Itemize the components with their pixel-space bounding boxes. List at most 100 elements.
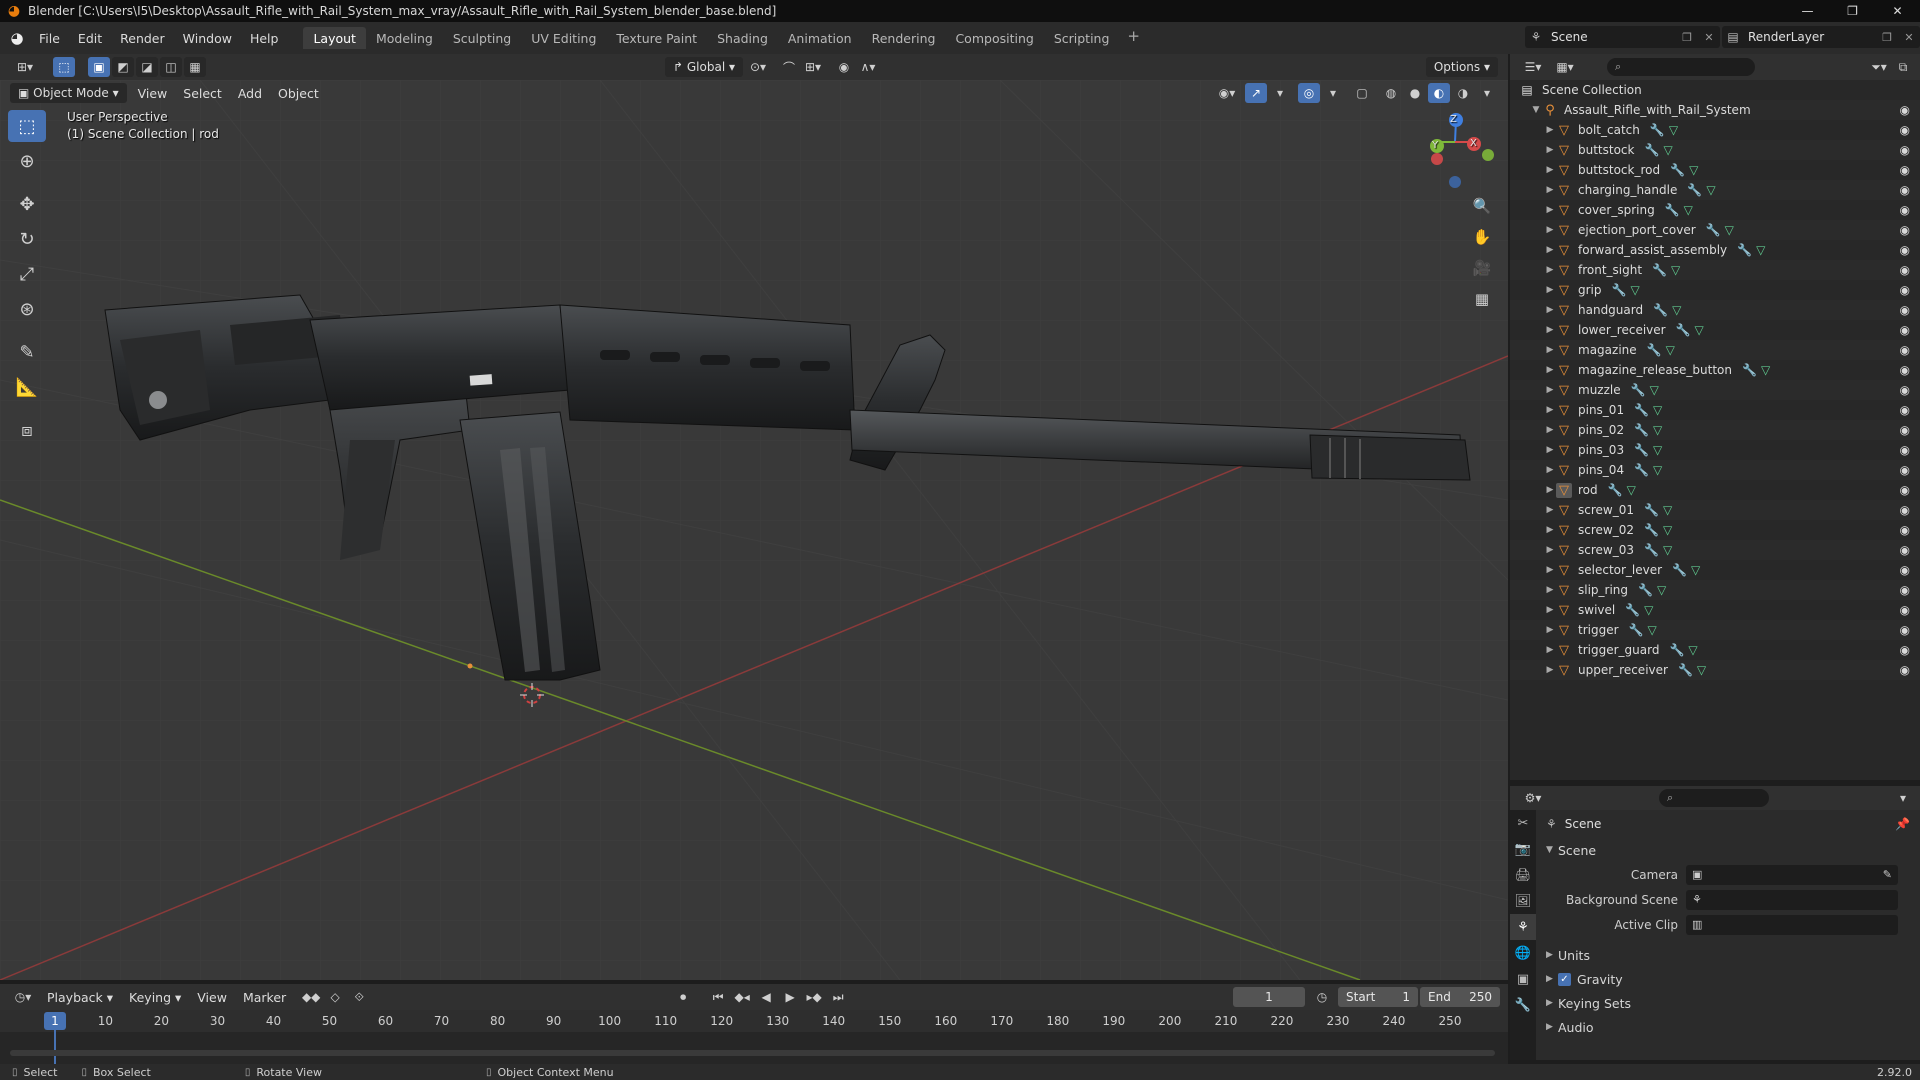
overlay-toggle-icon[interactable]: ◎	[1298, 83, 1320, 103]
modifier-wrench-icon[interactable]: 🔧	[1647, 343, 1662, 357]
outliner-object-row[interactable]: ▶ ▽ handguard 🔧 ▽ ◉	[1510, 300, 1920, 320]
view-layer-selector[interactable]: ▤ RenderLayer ❐ ✕	[1722, 26, 1920, 48]
wireframe-shading-icon[interactable]: ◍	[1380, 83, 1402, 103]
visibility-icon[interactable]: ◉▾	[1216, 83, 1238, 103]
modifier-wrench-icon[interactable]: 🔧	[1644, 503, 1659, 517]
gravity-panel-header[interactable]: ▶ ✓ Gravity	[1536, 967, 1920, 991]
menu-help[interactable]: Help	[241, 31, 288, 46]
zoom-icon[interactable]: 🔍	[1468, 192, 1496, 220]
modifier-wrench-icon[interactable]: 🔧	[1644, 543, 1659, 557]
visibility-eye-icon[interactable]: ◉	[1900, 523, 1910, 537]
annotate-tool-icon[interactable]: ✎	[8, 336, 46, 368]
select-subtract-icon[interactable]: ◪	[136, 57, 158, 77]
tab-modeling[interactable]: Modeling	[366, 27, 443, 49]
keying-sets-panel-header[interactable]: ▶ Keying Sets	[1536, 991, 1920, 1015]
mesh-data-icon[interactable]: ▽	[1697, 663, 1706, 677]
mesh-data-icon[interactable]: ▽	[1653, 463, 1662, 477]
visibility-eye-icon[interactable]: ◉	[1900, 163, 1910, 177]
rotate-tool-icon[interactable]: ↻	[8, 223, 46, 255]
select-extend-icon[interactable]: ◩	[112, 57, 134, 77]
visibility-eye-icon[interactable]: ◉	[1900, 423, 1910, 437]
mesh-data-icon[interactable]: ▽	[1671, 263, 1680, 277]
expand-arrow-icon[interactable]: ▶	[1544, 145, 1556, 155]
outliner-object-row[interactable]: ▶ ▽ buttstock 🔧 ▽ ◉	[1510, 140, 1920, 160]
jump-next-keyframe-icon[interactable]: ▸◆	[803, 987, 825, 1007]
scale-tool-icon[interactable]: ⤢	[8, 258, 46, 290]
modifier-wrench-icon[interactable]: 🔧	[1612, 283, 1627, 297]
close-button[interactable]: ✕	[1875, 0, 1920, 22]
expand-arrow-icon[interactable]: ▶	[1544, 285, 1556, 295]
expand-arrow-icon[interactable]: ▶	[1544, 445, 1556, 455]
mesh-data-icon[interactable]: ▽	[1691, 563, 1700, 577]
visibility-eye-icon[interactable]: ◉	[1900, 203, 1910, 217]
outliner-object-row[interactable]: ▶ ▽ ejection_port_cover 🔧 ▽ ◉	[1510, 220, 1920, 240]
keyframe-nav-icon[interactable]: ◆◆	[300, 987, 322, 1007]
expand-arrow-icon[interactable]: ▶	[1544, 345, 1556, 355]
mesh-data-icon[interactable]: ▽	[1756, 243, 1765, 257]
outliner[interactable]: ▤ Scene Collection ▼ ⚲ Assault_Rifle_wit…	[1510, 80, 1920, 780]
audio-panel-header[interactable]: ▶ Audio	[1536, 1015, 1920, 1039]
modifier-wrench-icon[interactable]: 🔧	[1652, 263, 1667, 277]
move-tool-icon[interactable]: ✥	[8, 188, 46, 220]
scene-tab-icon[interactable]: ⚘	[1510, 914, 1536, 940]
outliner-object-row[interactable]: ▶ ▽ rod 🔧 ▽ ◉	[1510, 480, 1920, 500]
new-layer-icon[interactable]: ❐	[1876, 31, 1898, 44]
delete-layer-icon[interactable]: ✕	[1898, 31, 1920, 44]
pin-icon[interactable]: 📌	[1895, 817, 1910, 831]
options-dropdown[interactable]: Options ▾	[1425, 57, 1498, 77]
tab-shading[interactable]: Shading	[707, 27, 778, 49]
outliner-object-row[interactable]: ▶ ▽ upper_receiver 🔧 ▽ ◉	[1510, 660, 1920, 680]
mesh-data-icon[interactable]: ▽	[1630, 283, 1639, 297]
shading-dropdown-icon[interactable]: ▾	[1476, 83, 1498, 103]
visibility-eye-icon[interactable]: ◉	[1900, 583, 1910, 597]
modifier-wrench-icon[interactable]: 🔧	[1706, 223, 1721, 237]
proportional-edit-icon[interactable]: ◉	[833, 57, 855, 77]
expand-arrow-icon[interactable]: ▶	[1544, 545, 1556, 555]
visibility-eye-icon[interactable]: ◉	[1900, 543, 1910, 557]
menu-file[interactable]: File	[30, 31, 69, 46]
outliner-object-row[interactable]: ▶ ▽ pins_02 🔧 ▽ ◉	[1510, 420, 1920, 440]
modifier-wrench-icon[interactable]: 🔧	[1644, 523, 1659, 537]
tab-sculpting[interactable]: Sculpting	[443, 27, 521, 49]
outliner-object-row[interactable]: ▶ ▽ pins_01 🔧 ▽ ◉	[1510, 400, 1920, 420]
playhead-marker[interactable]: 1	[44, 1012, 66, 1030]
modifier-wrench-icon[interactable]: 🔧	[1634, 443, 1649, 457]
jump-prev-keyframe-icon[interactable]: ◆◂	[731, 987, 753, 1007]
menu-render[interactable]: Render	[111, 31, 174, 46]
outliner-object-row[interactable]: ▶ ▽ pins_03 🔧 ▽ ◉	[1510, 440, 1920, 460]
select-new-icon[interactable]: ▣	[88, 57, 110, 77]
modifier-wrench-icon[interactable]: 🔧	[1650, 123, 1665, 137]
expand-arrow-icon[interactable]: ▶	[1544, 665, 1556, 675]
visibility-eye-icon[interactable]: ◉	[1900, 483, 1910, 497]
measure-tool-icon[interactable]: 📐	[8, 371, 46, 403]
collection-row[interactable]: ▼ ⚲ Assault_Rifle_with_Rail_System ◉	[1510, 100, 1920, 120]
mesh-data-icon[interactable]: ▽	[1672, 303, 1681, 317]
outliner-object-row[interactable]: ▶ ▽ trigger_guard 🔧 ▽ ◉	[1510, 640, 1920, 660]
properties-options-icon[interactable]: ▾	[1892, 788, 1914, 808]
properties-editor-type-icon[interactable]: ⚙▾	[1518, 788, 1548, 808]
visibility-eye-icon[interactable]: ◉	[1900, 143, 1910, 157]
outliner-object-row[interactable]: ▶ ▽ pins_04 🔧 ▽ ◉	[1510, 460, 1920, 480]
outliner-object-row[interactable]: ▶ ▽ swivel 🔧 ▽ ◉	[1510, 600, 1920, 620]
outliner-object-row[interactable]: ▶ ▽ trigger 🔧 ▽ ◉	[1510, 620, 1920, 640]
gizmo-x-label[interactable]: X	[1470, 138, 1477, 149]
select-intersect-icon[interactable]: ▦	[184, 57, 206, 77]
properties-search-input[interactable]: ⌕	[1659, 789, 1769, 807]
cursor-tool-icon[interactable]: ⊕	[8, 145, 46, 177]
outliner-object-row[interactable]: ▶ ▽ grip 🔧 ▽ ◉	[1510, 280, 1920, 300]
outliner-object-row[interactable]: ▶ ▽ screw_03 🔧 ▽ ◉	[1510, 540, 1920, 560]
modifier-wrench-icon[interactable]: 🔧	[1634, 463, 1649, 477]
visibility-eye-icon[interactable]: ◉	[1900, 463, 1910, 477]
mesh-data-icon[interactable]: ▽	[1666, 343, 1675, 357]
outliner-object-row[interactable]: ▶ ▽ magazine 🔧 ▽ ◉	[1510, 340, 1920, 360]
tab-animation[interactable]: Animation	[778, 27, 862, 49]
jump-end-icon[interactable]: ⏭	[827, 987, 849, 1007]
timeline-editor-type-icon[interactable]: ◷▾	[8, 987, 38, 1007]
visibility-eye-icon[interactable]: ◉	[1900, 323, 1910, 337]
current-frame-field[interactable]: 1	[1233, 987, 1305, 1007]
outliner-object-row[interactable]: ▶ ▽ charging_handle 🔧 ▽ ◉	[1510, 180, 1920, 200]
mesh-data-icon[interactable]: ▽	[1657, 583, 1666, 597]
filter-icon[interactable]: ⏷▾	[1868, 57, 1890, 77]
rendered-shading-icon[interactable]: ◑	[1452, 83, 1474, 103]
add-workspace-icon[interactable]: +	[1119, 27, 1148, 49]
